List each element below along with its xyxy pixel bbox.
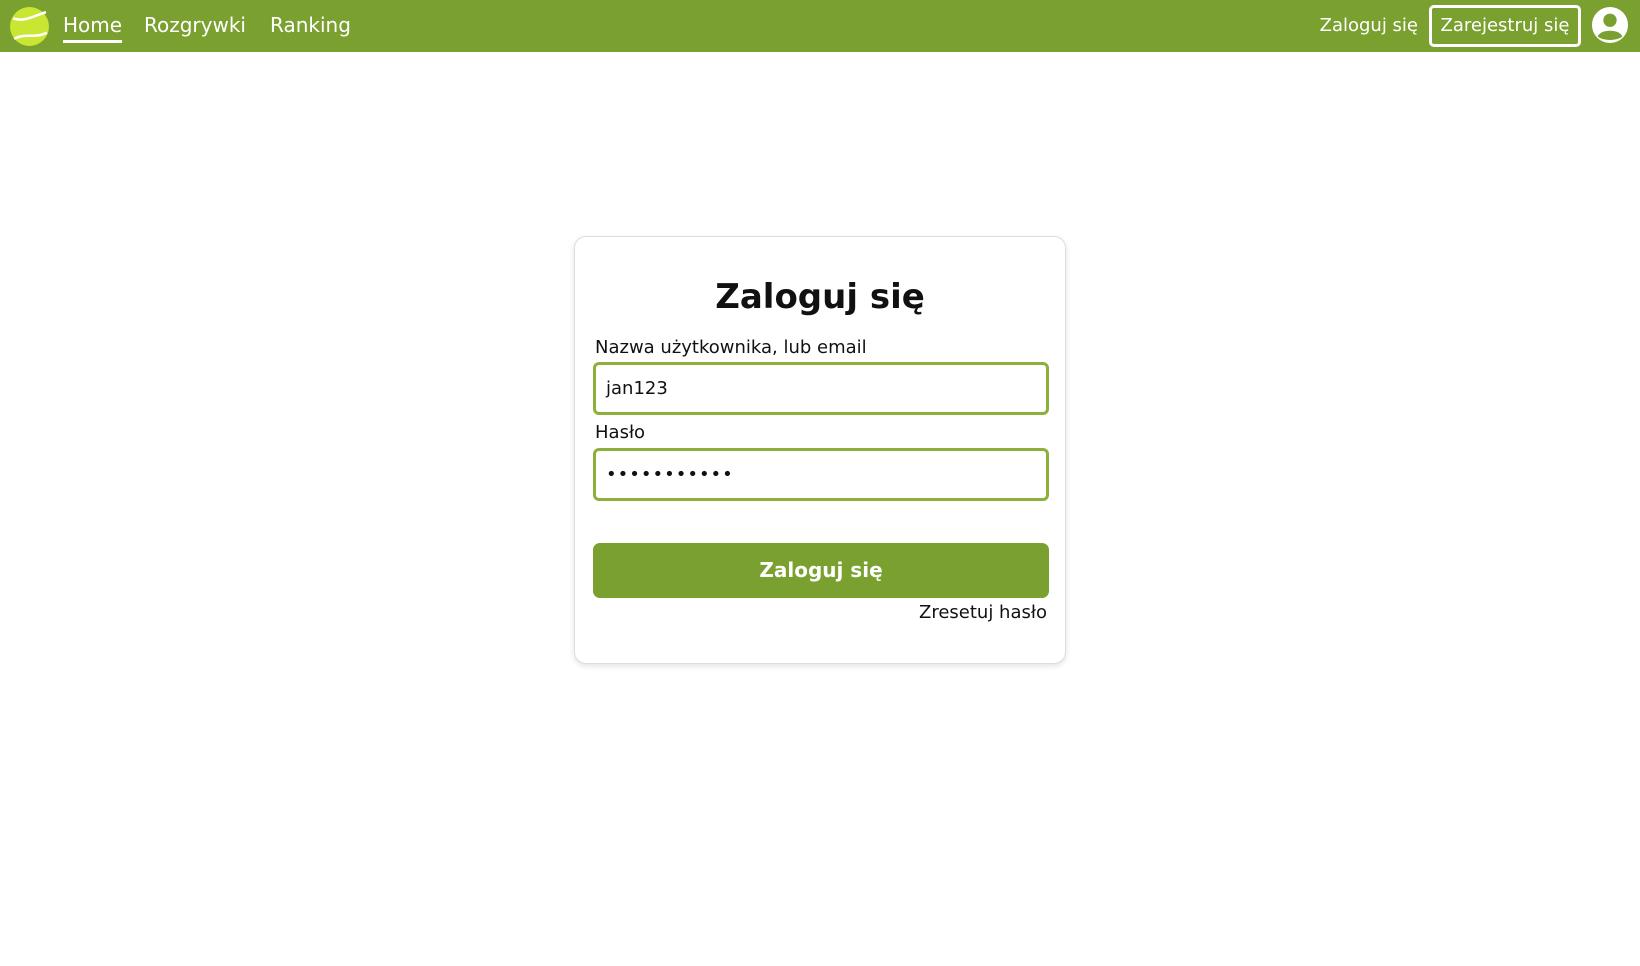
login-submit-button[interactable]: Zaloguj się (593, 543, 1049, 598)
login-card: Zaloguj się Nazwa użytkownika, lub email… (574, 236, 1066, 664)
nav-link-home[interactable]: Home (63, 0, 123, 52)
password-label: Hasło (595, 422, 646, 443)
nav-link-ranking[interactable]: Ranking (270, 0, 351, 52)
top-navbar: Home Rozgrywki Ranking Zaloguj się Zarej… (0, 0, 1640, 52)
nav-register-button[interactable]: Zarejestruj się (1429, 5, 1581, 47)
nav-link-rozgrywki[interactable]: Rozgrywki (144, 0, 246, 52)
login-title: Zaloguj się (715, 277, 925, 317)
user-circle-icon[interactable] (1591, 6, 1629, 44)
reset-password-link[interactable]: Zresetuj hasło (919, 602, 1047, 623)
username-label: Nazwa użytkownika, lub email (595, 337, 867, 358)
nav-login-link[interactable]: Zaloguj się (1320, 0, 1418, 52)
nav-link-home-label: Home (63, 13, 123, 37)
active-nav-indicator (63, 40, 123, 43)
username-input[interactable]: jan123 (593, 362, 1049, 415)
password-input[interactable]: ••••••••••• (593, 448, 1049, 501)
tennis-ball-icon[interactable] (9, 6, 50, 47)
